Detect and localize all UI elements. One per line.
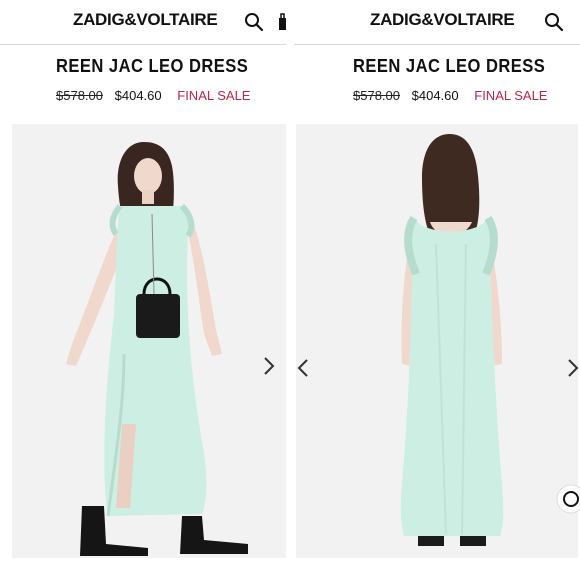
panel-divider: [286, 0, 294, 580]
brand-logo[interactable]: ZADIG&VOLTAIRE: [370, 10, 515, 30]
sale-price: $404.60: [411, 88, 459, 103]
product-image-front[interactable]: [12, 124, 286, 558]
product-screen-back: ZADIG&VOLTAIRE REEN JAC LEO DRESS $578.0…: [294, 0, 580, 580]
model-back-illustration: [296, 124, 578, 558]
model-front-illustration: [12, 124, 286, 558]
chat-icon[interactable]: [556, 484, 580, 514]
original-price: $578.00: [353, 88, 400, 103]
final-sale-badge: FINAL SALE: [177, 88, 251, 103]
product-image-back[interactable]: [296, 124, 578, 558]
sale-price: $404.60: [114, 88, 162, 103]
search-icon[interactable]: [244, 12, 264, 32]
search-icon[interactable]: [544, 12, 564, 32]
chevron-left-icon[interactable]: [296, 358, 310, 378]
site-header: ZADIG&VOLTAIRE: [294, 0, 580, 45]
product-screen-front: ZADIG&VOLTAIRE REEN JAC LEO DRESS $578.0…: [0, 0, 286, 580]
price-row: $578.00 $404.60 FINAL SALE: [353, 88, 547, 103]
bag-icon[interactable]: [276, 12, 286, 30]
site-header: ZADIG&VOLTAIRE: [0, 0, 286, 45]
product-title: REEN JAC LEO DRESS: [353, 56, 546, 76]
brand-logo[interactable]: ZADIG&VOLTAIRE: [73, 10, 218, 30]
original-price: $578.00: [56, 88, 103, 103]
chevron-right-icon[interactable]: [566, 358, 580, 378]
chevron-right-icon[interactable]: [262, 356, 276, 376]
final-sale-badge: FINAL SALE: [474, 88, 548, 103]
product-title: REEN JAC LEO DRESS: [56, 56, 249, 76]
price-row: $578.00 $404.60 FINAL SALE: [56, 88, 250, 103]
